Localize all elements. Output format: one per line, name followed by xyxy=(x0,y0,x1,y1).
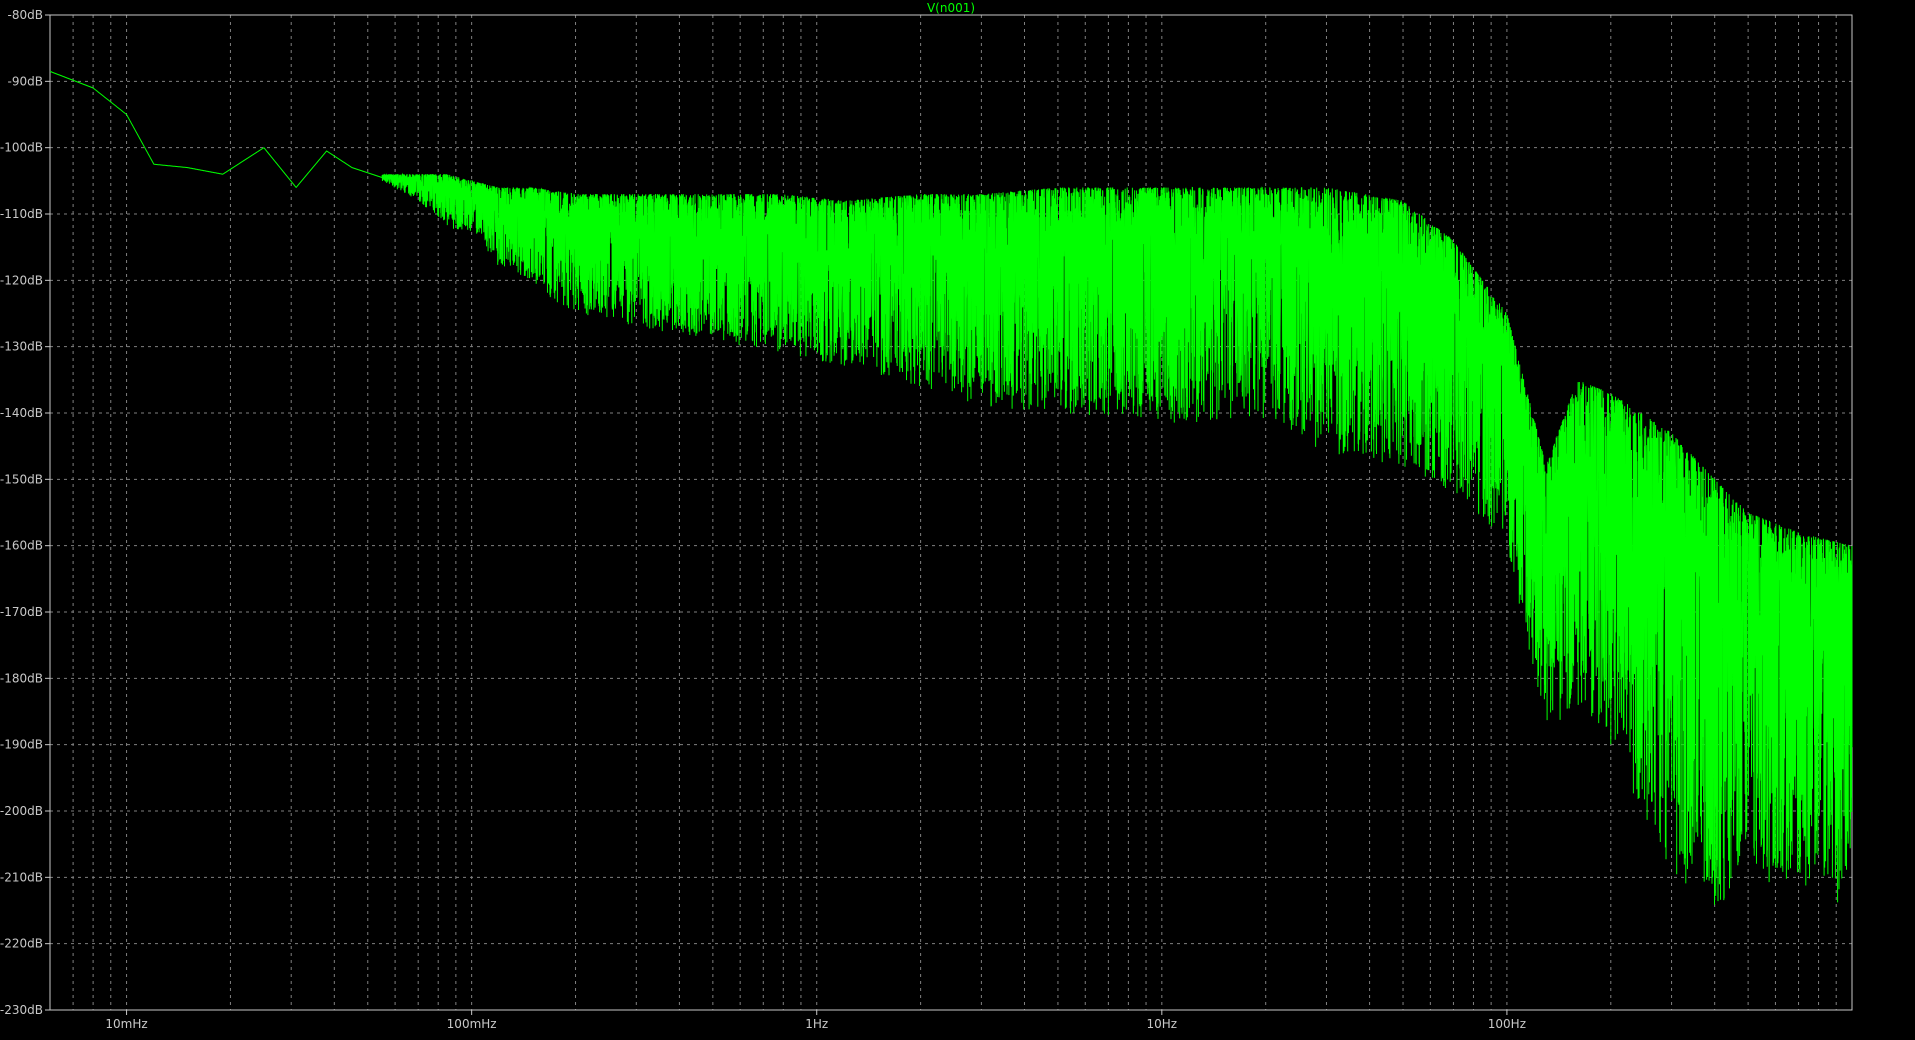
y-tick-label: -140dB xyxy=(0,406,43,420)
trace-title[interactable]: V(n001) xyxy=(927,1,975,15)
x-tick-label: 1Hz xyxy=(805,1017,828,1031)
y-tick-label: -200dB xyxy=(0,804,43,818)
fft-plot[interactable]: -80dB -90dB -100dB -110dB -120dB -130dB -140dB… xyxy=(0,0,1915,1035)
x-tick-label: 10mHz xyxy=(105,1017,147,1031)
y-tick-label: -90dB xyxy=(8,74,43,88)
plot-window[interactable]: -80dB -90dB -100dB -110dB -120dB -130dB -140dB… xyxy=(0,0,1915,1035)
y-tick-label: -150dB xyxy=(0,472,43,486)
y-tick-label: -130dB xyxy=(0,340,43,354)
y-tick-label: -110dB xyxy=(0,207,43,221)
x-tick-label: 100mHz xyxy=(447,1017,497,1031)
y-tick-label: -180dB xyxy=(0,671,43,685)
y-tick-label: -220dB xyxy=(0,937,43,951)
y-tick-label: -160dB xyxy=(0,539,43,553)
y-tick-label: -210dB xyxy=(0,870,43,884)
y-tick-label: -80dB xyxy=(8,8,43,22)
x-tick-label: 10Hz xyxy=(1147,1017,1178,1031)
x-tick-label: 100Hz xyxy=(1488,1017,1526,1031)
y-tick-label: -100dB xyxy=(0,141,43,155)
y-tick-label: -170dB xyxy=(0,605,43,619)
y-tick-label: -190dB xyxy=(0,738,43,752)
y-tick-label: -120dB xyxy=(0,273,43,287)
y-tick-label: -230dB xyxy=(0,1003,43,1017)
